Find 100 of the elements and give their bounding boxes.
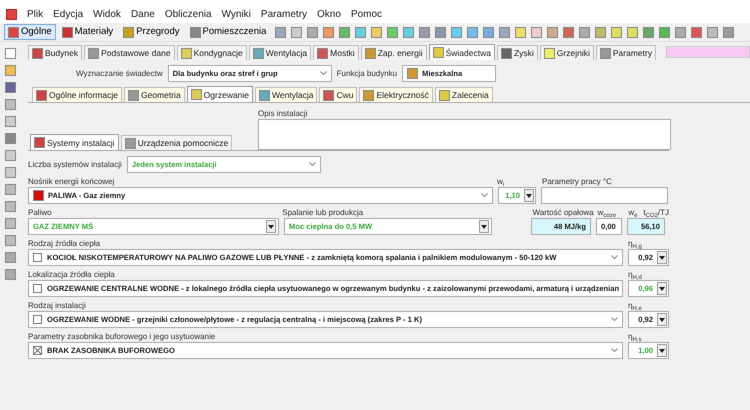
- square-icon[interactable]: [355, 26, 366, 38]
- square-icon[interactable]: [659, 26, 670, 38]
- square-icon[interactable]: [675, 26, 686, 38]
- dropdown-button[interactable]: [479, 220, 489, 233]
- square-icon[interactable]: [707, 26, 718, 38]
- tab[interactable]: Parametry: [596, 45, 656, 60]
- work-parameters-field[interactable]: [541, 187, 668, 204]
- square-icon[interactable]: [499, 26, 510, 38]
- menu-item[interactable]: Plik: [27, 7, 44, 22]
- square-icon[interactable]: [339, 26, 350, 38]
- square-icon[interactable]: [4, 167, 16, 178]
- caret-icon: [526, 194, 532, 198]
- tab[interactable]: Świadectwa: [428, 44, 495, 60]
- square-icon[interactable]: [4, 82, 16, 93]
- square-icon[interactable]: [531, 26, 542, 38]
- menu-item[interactable]: Obliczenia: [164, 7, 212, 22]
- field-label: Rodzaj źródła ciepła: [28, 238, 102, 249]
- square-icon[interactable]: [483, 26, 494, 38]
- field-label: Parametry pracy °C: [542, 176, 612, 187]
- tab[interactable]: Systemy instalacji: [30, 134, 119, 150]
- checkbox[interactable]: [33, 284, 42, 293]
- checkbox[interactable]: [33, 346, 42, 355]
- square-icon[interactable]: [451, 26, 462, 38]
- tab[interactable]: Ogrzewanie: [186, 86, 254, 102]
- field-label: w$_{e}$: [628, 207, 638, 218]
- square-icon[interactable]: [515, 26, 526, 38]
- tab[interactable]: Cwu: [319, 87, 358, 102]
- square-icon[interactable]: [307, 26, 318, 38]
- description-textarea[interactable]: [258, 119, 671, 150]
- tab[interactable]: Ogólne informacje: [32, 87, 122, 102]
- tab[interactable]: Zyski: [496, 45, 538, 60]
- menu-item[interactable]: Pomoc: [350, 7, 382, 22]
- menu-item[interactable]: Wyniki: [222, 7, 251, 22]
- square-icon[interactable]: [275, 26, 286, 38]
- square-icon[interactable]: [563, 26, 574, 38]
- tab[interactable]: Mostki: [313, 45, 359, 60]
- tab[interactable]: Podstawowe dane: [84, 45, 175, 60]
- tab[interactable]: Budynek: [28, 45, 82, 60]
- toolbar-button[interactable]: Pomieszczenia: [186, 24, 270, 40]
- toolbar-button[interactable]: Ogólne: [4, 24, 56, 40]
- field-label: η$_{H,d}$: [628, 269, 642, 280]
- dropdown-button[interactable]: [657, 313, 667, 326]
- caret-icon: [268, 224, 274, 228]
- field-label: Liczba systemów instalacji: [28, 159, 122, 170]
- checkbox[interactable]: [33, 315, 42, 324]
- square-icon[interactable]: [611, 26, 622, 38]
- square-icon[interactable]: [627, 26, 638, 38]
- square-icon[interactable]: [323, 26, 334, 38]
- menu-item[interactable]: Widok: [93, 7, 121, 22]
- square-icon[interactable]: [723, 26, 734, 38]
- chevron-icon: [611, 255, 618, 260]
- square-icon[interactable]: [291, 26, 302, 38]
- dropdown-button[interactable]: [266, 220, 276, 233]
- square-icon[interactable]: [4, 133, 16, 144]
- field-label: η$_{H,g}$: [628, 238, 642, 249]
- square-icon[interactable]: [4, 218, 16, 229]
- tab[interactable]: Grzejniki: [540, 45, 594, 60]
- chevron-icon: [308, 162, 316, 166]
- square-icon[interactable]: [4, 269, 16, 280]
- toolbar-button[interactable]: Materiały: [58, 24, 118, 40]
- square-icon[interactable]: [435, 26, 446, 38]
- dropdown-button[interactable]: [657, 251, 667, 264]
- tab[interactable]: Wentylacja: [255, 87, 318, 102]
- square-icon[interactable]: [4, 65, 16, 76]
- square-icon[interactable]: [4, 99, 16, 110]
- dropdown-button[interactable]: [657, 282, 667, 295]
- menu-item[interactable]: Dane: [130, 7, 155, 22]
- tab[interactable]: Elektryczność: [359, 87, 433, 102]
- menu-item[interactable]: Parametry: [260, 7, 308, 22]
- square-icon[interactable]: [467, 26, 478, 38]
- toolbar-button[interactable]: Przegrody: [119, 24, 184, 40]
- menu-item[interactable]: Okno: [317, 7, 341, 22]
- square-icon[interactable]: [595, 26, 606, 38]
- square-icon[interactable]: [4, 116, 16, 127]
- square-icon[interactable]: [371, 26, 382, 38]
- square-icon[interactable]: [4, 252, 16, 263]
- square-icon[interactable]: [691, 26, 702, 38]
- square-icon[interactable]: [4, 184, 16, 195]
- square-icon[interactable]: [4, 235, 16, 246]
- square-icon[interactable]: [4, 48, 16, 59]
- square-icon[interactable]: [643, 26, 654, 38]
- square-icon[interactable]: [419, 26, 430, 38]
- tab[interactable]: Zap. energii: [360, 45, 427, 60]
- dropdown-button[interactable]: [524, 189, 534, 202]
- dropdown-button[interactable]: [657, 344, 667, 357]
- checkbox[interactable]: [33, 253, 42, 262]
- tab[interactable]: Kondygnacje: [176, 45, 247, 60]
- tab[interactable]: Zalecenia: [434, 87, 493, 102]
- tab[interactable]: Urządzenia pomocnicze: [120, 135, 232, 150]
- square-icon[interactable]: [4, 150, 16, 161]
- square-icon[interactable]: [547, 26, 558, 38]
- square-icon[interactable]: [403, 26, 414, 38]
- square-icon[interactable]: [579, 26, 590, 38]
- tab[interactable]: Wentylacja: [248, 45, 312, 60]
- square-icon[interactable]: [387, 26, 398, 38]
- tab[interactable]: Geometria: [124, 87, 185, 102]
- menu-item[interactable]: Edycja: [53, 7, 84, 22]
- square-icon[interactable]: [4, 201, 16, 212]
- field-label: Paliwo: [28, 207, 53, 218]
- field-label: w$_{coze}$: [598, 207, 618, 218]
